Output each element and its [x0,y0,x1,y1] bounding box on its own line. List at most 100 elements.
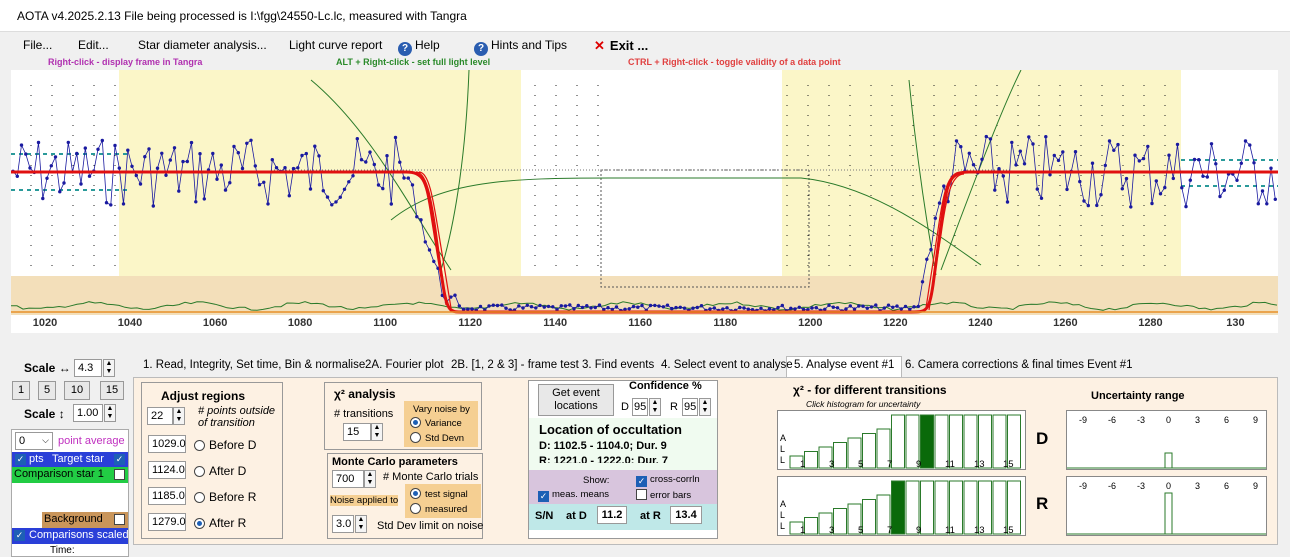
transitions-input[interactable]: 15 [343,423,371,441]
hist-tick-label: 15 [1003,525,1014,535]
tab-read[interactable]: 1. Read, Integrity, Set time, Bin & norm… [143,359,365,371]
data-point [372,162,376,167]
trials-input[interactable]: 700 [332,470,364,488]
get-event-locations-button[interactable]: Get event locations [538,384,614,416]
region-radio[interactable]: Before R [194,490,256,504]
menu-light-curve-report[interactable]: Light curve report [289,38,382,52]
data-point [262,180,266,184]
variance-radio[interactable]: Variance [410,417,462,429]
data-point [215,177,219,181]
data-point [580,305,585,310]
conf-r-spinner[interactable]: ▲ ▼ [699,398,711,416]
measured-radio[interactable]: measured [410,503,467,515]
stddev-radio[interactable]: Std Devn [410,432,464,444]
region-value-input[interactable]: 1029.0 [148,435,186,453]
menu-star-diameter[interactable]: Star diameter analysis... [138,38,267,52]
data-point [776,305,780,310]
region-radio[interactable]: After D [194,464,246,478]
adjust-regions-title: Adjust regions [161,389,246,403]
data-point [1146,144,1150,149]
tab-camera-corrections[interactable]: 6. Camera corrections & final times Even… [905,359,1133,371]
tab-select-event[interactable]: 4. Select event to analyse [661,359,793,371]
conf-r-input[interactable]: 95 [682,398,698,416]
data-point [814,306,818,310]
hist-all-label: L [780,455,785,465]
sn-r-value: 13.4 [670,506,702,524]
meas-means-checkbox[interactable]: ✓ meas. means [538,489,609,502]
tab-analyse-event[interactable]: 5. Analyse event #1 [794,359,894,371]
tab-fourier[interactable]: 2A. Fourier plot [365,359,444,371]
r-histogram-svg[interactable]: ALL 1 3 5 7 9 11 13 15 [778,477,1025,536]
data-point [984,134,988,139]
conf-d-spinner[interactable]: ▲ ▼ [649,398,661,416]
hist-bar[interactable] [804,517,818,535]
tab-frame-test[interactable]: 2B. [1, 2 & 3] - frame test [451,359,579,371]
data-point [321,189,325,193]
sd-limit-input[interactable]: 3.0 [332,515,354,533]
points-outside-spinner[interactable]: ▲ ▼ [173,407,185,425]
data-point [1218,194,1222,199]
data-point [759,306,763,310]
scale-v-spinner[interactable]: ▲ ▼ [104,404,116,422]
scale-btn-15[interactable]: 15 [100,381,124,400]
menu-help[interactable]: ? Help [398,38,440,56]
hist-bar[interactable] [862,433,876,469]
cross-corr-checkbox[interactable]: ✓ cross-corrln [636,474,700,487]
scale-btn-1[interactable]: 1 [12,381,30,400]
data-point [181,159,185,164]
scale-h-input[interactable]: 4.3 [74,359,102,377]
target-star-checkbox[interactable]: ✓ [114,454,125,465]
hist-tick-label: 11 [945,525,955,535]
comparisons-scaled-checkbox[interactable]: ✓ [14,530,25,541]
hist-bar[interactable] [862,499,876,535]
r-histogram[interactable]: A L L 1 3 5 7 9 11 13 15 [777,476,1026,536]
error-bars-checkbox[interactable]: error bars [636,489,691,501]
data-point [368,150,372,154]
region-radio[interactable]: After R [194,516,246,530]
scale-v-input[interactable]: 1.00 [73,404,103,422]
comparison-checkbox[interactable] [114,469,125,480]
menu-exit[interactable]: ✕ Exit ... [594,38,648,54]
hist-bar[interactable] [920,480,934,535]
data-point [147,147,151,151]
hist-bar[interactable] [891,480,905,535]
comparisons-scaled-row[interactable]: ✓ Comparisons scaled [12,528,128,544]
data-point [738,305,742,310]
data-point [291,166,296,171]
data-point [546,304,551,309]
hist-bar[interactable] [804,451,818,469]
hist-bar[interactable] [833,508,847,535]
light-curve-plot[interactable] [11,70,1278,315]
data-point [308,187,313,191]
scale-btn-5[interactable]: 5 [38,381,56,400]
scale-btn-10[interactable]: 10 [64,381,90,400]
test-signal-radio[interactable]: test signal [410,488,468,500]
region-value-input[interactable]: 1185.0 [148,487,186,505]
d-histogram-svg[interactable]: ALL 1 3 5 7 9 11 13 15 [778,411,1025,470]
data-point [1090,161,1095,165]
d-histogram[interactable]: A L L 1 3 5 7 9 11 13 15 [777,410,1026,470]
points-outside-input[interactable]: 22 [147,407,173,425]
hist-bar[interactable] [891,414,905,469]
scale-h-spinner[interactable]: ▲ ▼ [103,359,115,377]
hist-bar[interactable] [920,414,934,469]
region-value-input[interactable]: 1124.0 [148,461,186,479]
sd-limit-spinner[interactable]: ▲ ▼ [355,515,367,533]
x-tick-label: 130 [1226,317,1245,329]
conf-d-input[interactable]: 95 [632,398,648,416]
menu-file[interactable]: File... [23,38,52,52]
pts-checkbox[interactable]: ✓ [15,454,26,465]
menu-hints[interactable]: ? Hints and Tips [474,38,567,56]
region-radio[interactable]: Before D [194,438,256,452]
light-curve-svg[interactable] [11,70,1278,315]
data-point [1167,153,1171,157]
trials-spinner[interactable]: ▲ ▼ [364,470,376,488]
hist-bar[interactable] [833,442,847,469]
menu-edit[interactable]: Edit... [78,38,109,52]
background-checkbox[interactable] [114,514,125,525]
region-value-input[interactable]: 1279.0 [148,513,186,531]
average-select[interactable]: 0 ⌵ [15,432,53,450]
tab-find-events[interactable]: 3. Find events [582,359,654,371]
data-point [767,307,772,311]
transitions-spinner[interactable]: ▲ ▼ [371,423,383,441]
